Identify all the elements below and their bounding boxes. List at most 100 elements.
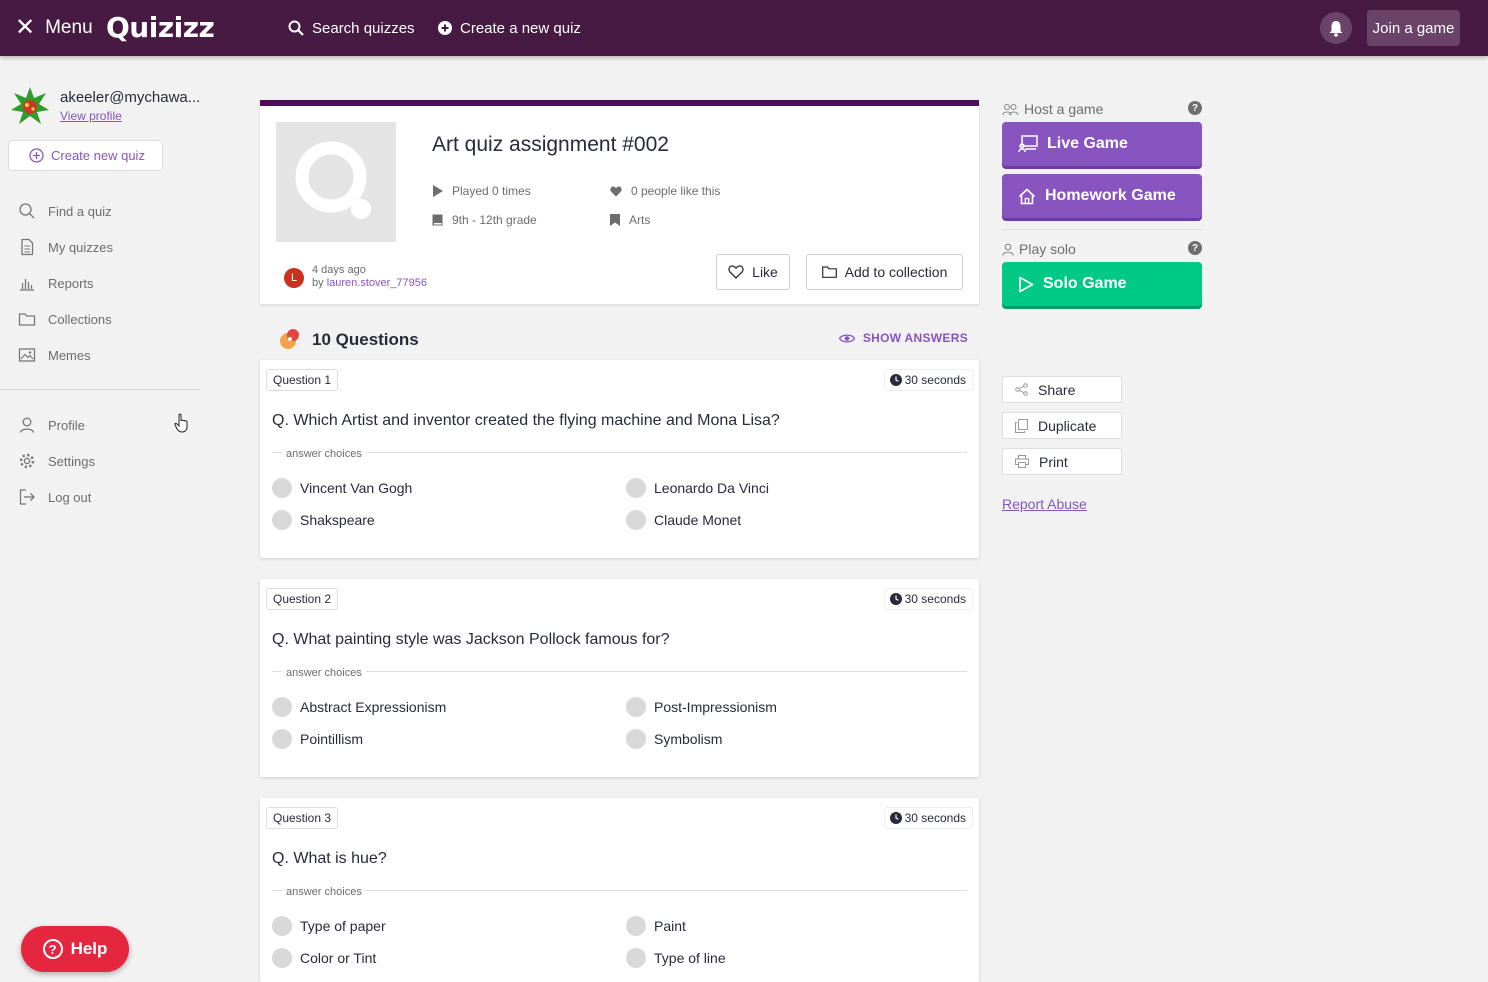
solo-help-icon[interactable]: ? [1188,241,1202,255]
help-button[interactable]: ? Help [21,926,129,972]
answer-option: Paint [626,916,686,936]
add-to-collection-label: Add to collection [844,264,948,280]
question-time: 30 seconds [883,588,973,610]
nav-profile[interactable]: Profile [18,413,198,437]
author-link[interactable]: lauren.stover_77956 [327,277,427,289]
bar-chart-icon [20,279,34,291]
question-time: 30 seconds [883,369,973,391]
nav-label: Settings [48,453,95,469]
user-avatar[interactable] [10,86,50,126]
view-profile-link[interactable]: View profile [60,109,122,123]
option-radio-icon [272,478,292,498]
nav-log-out[interactable]: Log out [18,485,198,509]
folder-icon [18,313,36,326]
nav-find-quiz[interactable]: Find a quiz [18,199,198,223]
share-button[interactable]: Share [1002,376,1122,403]
nav-settings[interactable]: Settings [18,449,198,473]
solo-game-button[interactable]: Solo Game [1002,262,1202,306]
user-icon [19,417,35,433]
play-icon [433,185,443,197]
host-game-text: Host a game [1024,101,1104,117]
question-number: Question 1 [266,369,339,391]
solo-game-label: Solo Game [1043,275,1127,292]
duplicate-button[interactable]: Duplicate [1002,412,1122,439]
add-to-collection-button[interactable]: Add to collection [806,254,963,290]
answer-choices-label: answer choices [282,448,366,460]
answer-option: Shakspeare [272,510,375,530]
grade-level: 9th - 12th grade [432,213,537,227]
option-label: Type of paper [300,918,386,934]
username: akeeler@mychawa... [60,89,201,106]
print-button[interactable]: Print [1002,448,1122,475]
folder-icon [821,266,837,278]
option-radio-icon [626,729,646,749]
live-game-label: Live Game [1047,135,1128,152]
create-quiz-label: Create a new quiz [460,19,581,37]
play-solo-text: Play solo [1019,241,1076,257]
answer-option: Color or Tint [272,948,376,968]
nav-collections[interactable]: Collections [18,307,198,331]
answer-option: Post-Impressionism [626,697,777,717]
clock-icon [889,593,902,605]
search-quizzes-link[interactable]: Search quizzes [288,16,415,40]
answer-option: Type of paper [272,916,386,936]
like-button[interactable]: Like [716,254,790,290]
homework-game-label: Homework Game [1045,187,1176,204]
clock-icon [889,374,902,386]
logout-icon [19,489,35,505]
option-label: Vincent Van Gogh [300,480,413,496]
answer-option: Vincent Van Gogh [272,478,412,498]
users-icon [1002,103,1019,115]
answer-choices-divider: answer choices [272,663,967,679]
join-game-button[interactable]: Join a game [1367,10,1460,46]
print-label: Print [1039,453,1068,470]
answer-option: Abstract Expressionism [272,697,446,717]
nav-label: Memes [48,347,91,363]
play-outline-icon [1019,276,1034,292]
show-answers-button[interactable]: SHOW ANSWERS [838,331,968,345]
question-time: 30 seconds [883,807,973,829]
option-label: Claude Monet [654,512,742,528]
create-new-quiz-button[interactable]: Create new quiz [8,140,163,171]
option-label: Abstract Expressionism [300,699,447,715]
bookmark-icon [610,214,620,226]
nav-my-quizzes[interactable]: My quizzes [18,235,198,259]
share-icon [1015,383,1028,396]
play-solo-label: Play solo [1002,240,1076,258]
copy-icon [1015,418,1028,433]
homework-game-button[interactable]: Homework Game [1002,174,1202,218]
question-text: Q. Which Artist and inventor created the… [272,412,780,429]
document-icon [21,238,34,256]
nav-label: Reports [48,275,94,291]
option-label: Post-Impressionism [654,699,777,715]
live-game-button[interactable]: Live Game [1002,122,1202,166]
questions-header: 10 Questions SHOW ANSWERS [278,325,968,353]
plus-circle-icon [29,148,44,163]
user-icon [1002,243,1014,256]
plus-circle-icon [438,21,452,35]
menu-toggle[interactable]: ✕ Menu [15,15,93,41]
option-radio-icon [626,510,646,530]
nav-label: Profile [48,417,85,433]
option-radio-icon [272,510,292,530]
question-number: Question 2 [266,588,339,610]
question-text: Q. What is hue? [272,850,387,867]
heart-outline-icon [728,265,744,279]
search-icon [19,203,35,219]
answer-choices-divider: answer choices [272,882,967,898]
menu-label: Menu [45,17,93,38]
notifications-button[interactable] [1320,12,1352,44]
likes-count-label: 0 people like this [631,184,721,198]
report-abuse-link[interactable]: Report Abuse [1002,496,1087,512]
nav-memes[interactable]: Memes [18,343,198,367]
host-game-label: Host a game [1002,100,1103,118]
create-quiz-link[interactable]: Create a new quiz [438,16,581,40]
host-help-icon[interactable]: ? [1188,101,1202,115]
question-text: Q. What painting style was Jackson Pollo… [272,631,670,648]
quizizz-logo[interactable]: Quizizz [106,11,215,44]
answer-option: Pointillism [272,729,363,749]
nav-reports[interactable]: Reports [18,271,198,295]
presentation-icon [1018,135,1038,153]
home-icon [1018,187,1036,204]
quiz-info-card: Art quiz assignment #002 Played 0 times … [260,100,979,304]
